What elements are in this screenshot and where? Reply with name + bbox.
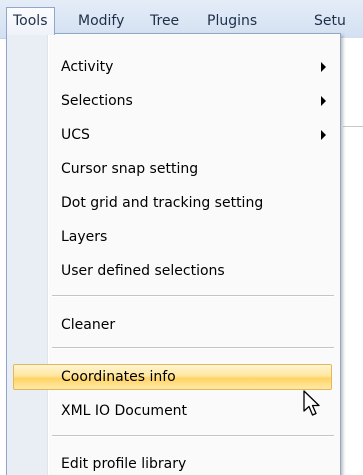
menu-item-dot-grid-tracking[interactable]: Dot grid and tracking setting: [7, 189, 340, 217]
menu-item-cleaner[interactable]: Cleaner: [7, 311, 340, 339]
application-window: Tools Modify Tree Plugins Setu Activity …: [0, 0, 363, 475]
menu-item-label: Selections: [61, 93, 133, 109]
menu-separator: [52, 295, 334, 297]
workspace-divider: [343, 126, 363, 127]
menu-item-label: Activity: [61, 59, 114, 75]
menu-plugins[interactable]: Plugins: [207, 10, 257, 32]
menu-item-label: Coordinates info: [61, 369, 176, 385]
menu-item-label: Edit profile library: [61, 456, 187, 472]
menu-item-edit-profile-library[interactable]: Edit profile library: [7, 450, 340, 475]
menu-item-coordinates-info[interactable]: Coordinates info: [7, 363, 340, 391]
menu-item-activity[interactable]: Activity: [7, 53, 340, 81]
submenu-arrow-icon: [321, 62, 326, 72]
submenu-arrow-icon: [321, 130, 326, 140]
mouse-pointer-icon: [303, 390, 320, 416]
menu-separator: [52, 347, 334, 349]
menu-modify[interactable]: Modify: [78, 10, 124, 32]
menu-setup[interactable]: Setu: [314, 10, 346, 32]
menu-item-layers[interactable]: Layers: [7, 223, 340, 251]
menu-item-selections[interactable]: Selections: [7, 87, 340, 115]
menu-separator: [52, 435, 334, 437]
submenu-arrow-icon: [321, 96, 326, 106]
menu-item-label: Layers: [61, 229, 108, 245]
menu-item-label: XML IO Document: [61, 403, 188, 419]
menu-item-cursor-snap-setting[interactable]: Cursor snap setting: [7, 155, 340, 183]
workspace-background: [340, 38, 363, 475]
menu-item-xml-io-document[interactable]: XML IO Document: [7, 397, 340, 425]
menu-item-ucs[interactable]: UCS: [7, 121, 340, 149]
menu-item-label: Cursor snap setting: [61, 161, 199, 177]
menu-item-label: Dot grid and tracking setting: [61, 195, 264, 211]
menu-tools[interactable]: Tools: [6, 7, 55, 35]
menu-item-user-defined-selections[interactable]: User defined selections: [7, 257, 340, 285]
tools-dropdown-menu: Activity Selections UCS Cursor snap sett…: [6, 33, 341, 475]
menu-item-label: Cleaner: [61, 317, 116, 333]
menu-tree[interactable]: Tree: [150, 10, 179, 32]
menu-item-label: User defined selections: [61, 263, 225, 279]
menu-item-label: UCS: [61, 127, 90, 143]
